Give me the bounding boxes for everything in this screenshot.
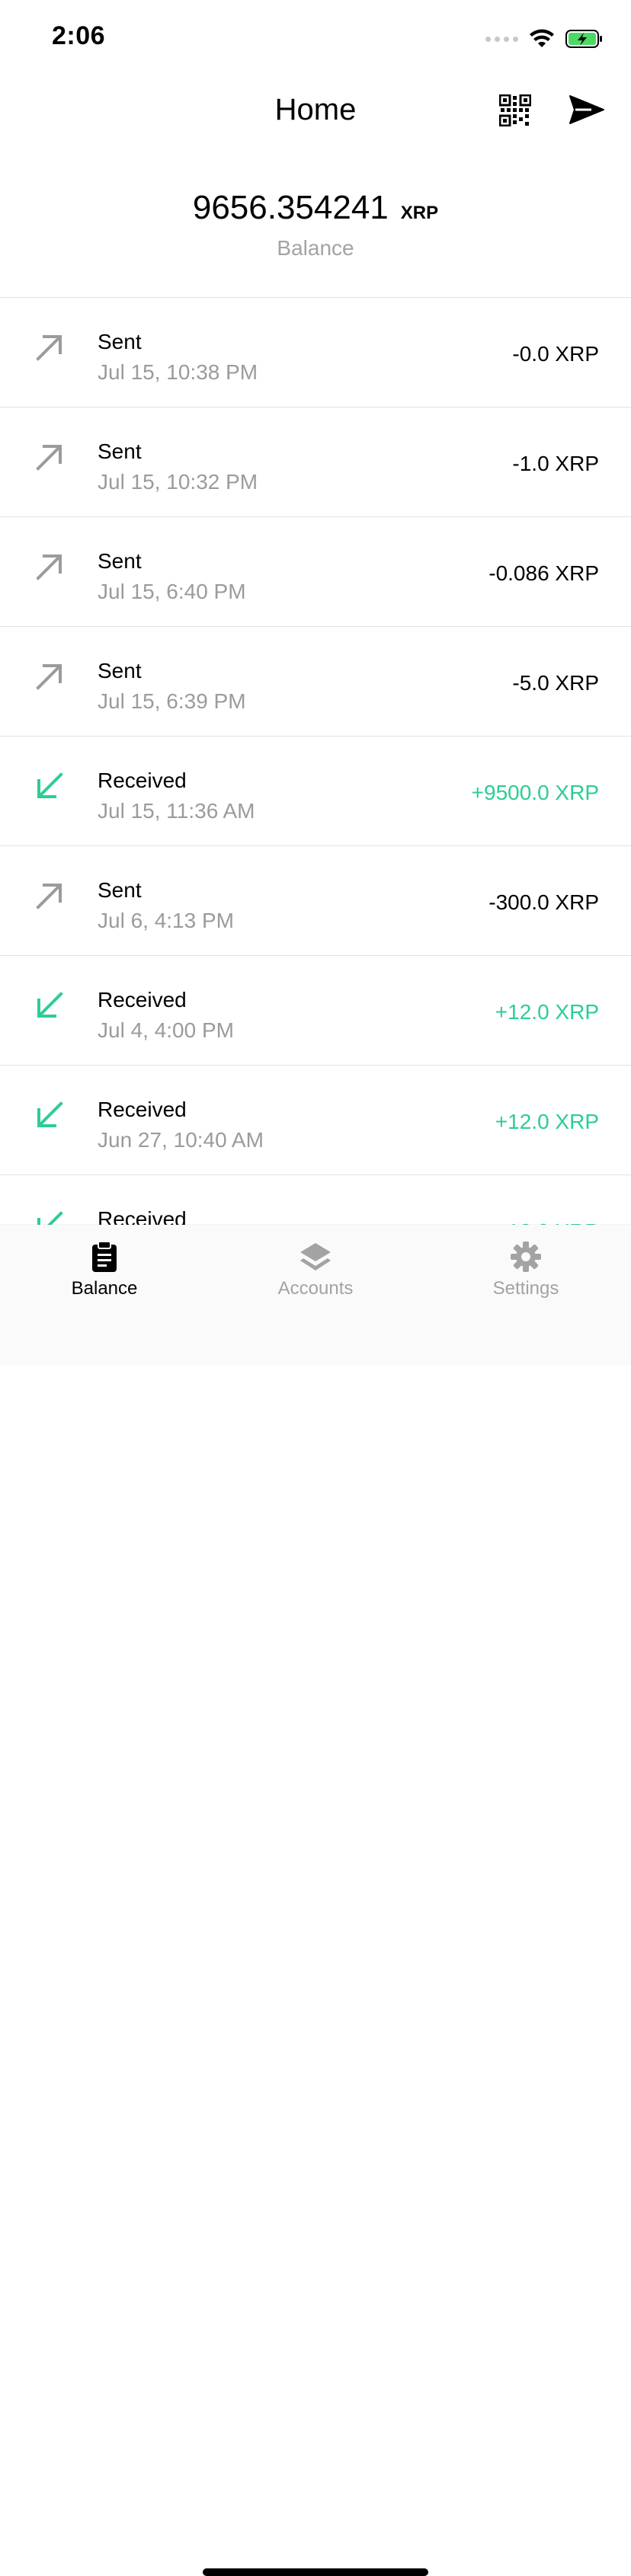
transaction-amount: -0.086 XRP [488,561,599,585]
transaction-row[interactable]: Sent Jul 15, 10:38 PM -0.0 XRP [0,298,631,407]
transaction-row[interactable]: Received Jul 4, 4:00 PM +12.0 XRP [0,956,631,1066]
transaction-date: Jun 27, 10:40 AM [98,1128,264,1152]
transaction-row[interactable]: Sent Jul 15, 6:40 PM -0.086 XRP [0,517,631,627]
transaction-date: Jul 15, 10:32 PM [98,470,258,494]
transaction-date: Jul 15, 10:38 PM [98,360,258,384]
send-icon [569,95,604,124]
transaction-date: Jul 15, 6:40 PM [98,580,246,603]
transaction-row[interactable]: Received Jun 27, 10:40 AM +12.0 XRP [0,1066,631,1175]
status-time: 2:06 [52,21,106,50]
tab-balance[interactable]: Balance [28,1240,181,1299]
send-button[interactable] [569,91,605,128]
tab-accounts[interactable]: Accounts [239,1240,392,1299]
home-indicator [203,2568,428,2576]
transaction-type: Received [98,769,187,792]
balance-label: Balance [277,236,354,260]
status-icons [485,26,604,52]
battery-charging-icon [565,30,602,48]
transaction-type: Received [98,1207,187,1226]
gear-icon [511,1242,541,1272]
received-arrow-icon [34,770,66,802]
transaction-type: Sent [98,330,142,353]
status-bar: 2:06 [0,0,631,76]
transaction-amount: +9500.0 XRP [471,781,599,804]
clipboard-icon [92,1241,117,1272]
transaction-type: Sent [98,439,142,463]
tab-accounts-label: Accounts [277,1278,354,1299]
tab-balance-label: Balance [71,1278,138,1299]
sent-arrow-icon [34,551,66,583]
balance-summary: 9656.354241 XRP Balance [0,189,631,260]
transaction-amount: -1.0 XRP [512,452,599,475]
transaction-type: Sent [98,659,142,682]
layers-icon [300,1243,331,1270]
sent-arrow-icon [34,880,66,912]
transaction-row[interactable]: Received Jul 15, 11:36 AM +9500.0 XRP [0,737,631,846]
tab-settings[interactable]: Settings [450,1240,602,1299]
transaction-row[interactable]: Sent Jul 15, 10:32 PM -1.0 XRP [0,407,631,517]
transaction-row[interactable]: Received +12.0 XRP [0,1175,631,1226]
transaction-type: Received [98,988,187,1012]
balance-row: 9656.354241 XRP [0,189,631,227]
transaction-amount: +12.0 XRP [495,1000,599,1024]
cellular-signal-icon [485,36,518,42]
transaction-amount: -5.0 XRP [512,671,599,695]
received-arrow-icon [34,1209,66,1226]
transaction-date: Jul 6, 4:13 PM [98,909,234,932]
wifi-icon [530,29,554,47]
qr-code-icon [498,94,532,127]
transaction-type: Sent [98,549,142,573]
transaction-row[interactable]: Sent Jul 6, 4:13 PM -300.0 XRP [0,846,631,956]
transaction-date: Jul 4, 4:00 PM [98,1018,234,1042]
transaction-amount: -0.0 XRP [512,342,599,366]
navigation-bar: Home [0,76,631,145]
sent-arrow-icon [34,331,66,363]
received-arrow-icon [34,1099,66,1131]
transaction-list[interactable]: Sent Jul 15, 10:38 PM -0.0 XRP Sent Jul … [0,297,631,1226]
received-arrow-icon [34,989,66,1021]
transaction-amount: +12.0 XRP [495,1110,599,1133]
qr-code-button[interactable] [498,94,532,127]
tab-settings-label: Settings [492,1278,559,1299]
transaction-date: Jul 15, 6:39 PM [98,689,246,713]
tab-bar: Balance Accounts Settings [0,1225,631,2576]
sent-arrow-icon [34,660,66,692]
transaction-amount: -300.0 XRP [488,890,599,914]
balance-amount: 9656.354241 [192,189,389,226]
transaction-row[interactable]: Sent Jul 15, 6:39 PM -5.0 XRP [0,627,631,737]
sent-arrow-icon [34,441,66,473]
transaction-type: Received [98,1098,187,1121]
balance-currency: XRP [400,203,439,223]
transaction-date: Jul 15, 11:36 AM [98,799,255,823]
transaction-type: Sent [98,878,142,902]
page-title: Home [274,93,357,126]
